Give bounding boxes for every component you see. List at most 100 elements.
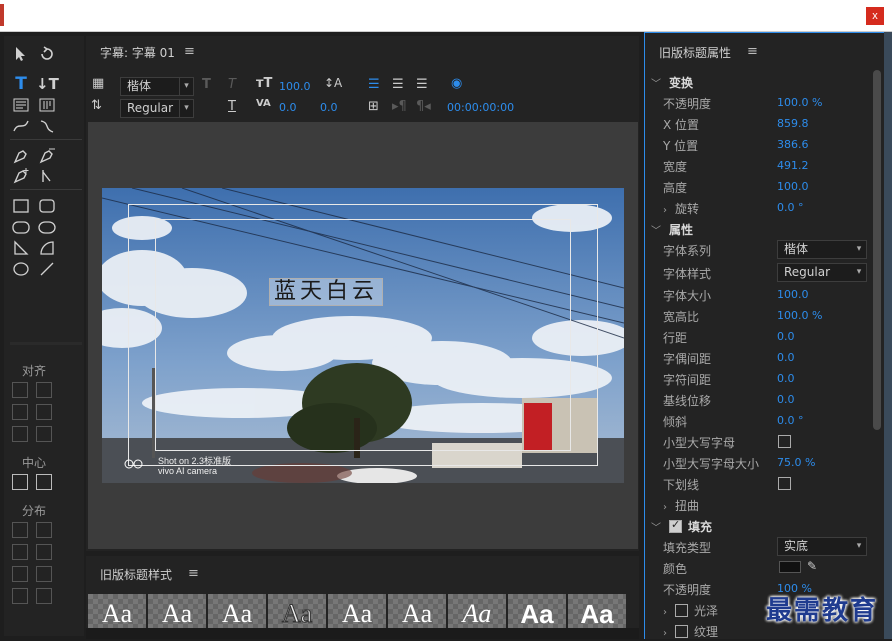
path-type-tool-icon[interactable] (10, 116, 32, 136)
fill-section-header[interactable]: ﹀ 填充 (645, 515, 875, 536)
properties-menu-icon[interactable]: ≡ (747, 44, 758, 59)
wedge-tool-icon[interactable] (10, 238, 32, 258)
attributes-section-header[interactable]: ﹀ 属性 (645, 218, 875, 239)
baseline-shift-value[interactable]: 0.0 (777, 393, 795, 406)
font-family-dropdown[interactable]: 楷体 ▾ (120, 77, 194, 96)
align-middle-icon[interactable] (36, 404, 52, 420)
area-type-tool-icon[interactable] (10, 95, 32, 115)
align-left-text-icon[interactable]: ☰ (368, 77, 380, 92)
font-size-value[interactable]: 100.0 (279, 80, 311, 93)
leading-prop-value[interactable]: 0.0 (777, 330, 795, 343)
show-background-video-icon[interactable]: ◉ (451, 76, 462, 91)
italic-icon[interactable]: T (228, 77, 236, 92)
tab-stops-ruler-icon[interactable]: ⊞ (368, 99, 379, 114)
distribute-horizontal-icon[interactable] (12, 588, 28, 604)
line-tool-icon[interactable] (36, 259, 58, 279)
selection-tool-icon[interactable] (10, 44, 32, 64)
distribute-middle-icon[interactable] (36, 544, 52, 560)
aspect-value[interactable]: 100.0 % (777, 309, 822, 322)
distribute-top-icon[interactable] (36, 522, 52, 538)
texture-checkbox[interactable] (675, 625, 688, 638)
type-tool-icon[interactable]: T (10, 74, 32, 94)
styles-menu-icon[interactable]: ≡ (188, 566, 199, 581)
distort-label: 扭曲 (675, 499, 700, 513)
rounded-corner-rectangle-tool-icon[interactable] (36, 217, 58, 237)
kerning-value[interactable]: 0.0 (279, 101, 297, 114)
width-value[interactable]: 491.2 (777, 159, 809, 172)
rounded-rectangle-tool-icon[interactable] (36, 196, 58, 216)
camera-watermark: Shot on 2.3标准版 vivo AI camera (124, 456, 231, 476)
rectangle-tool-icon[interactable] (10, 196, 32, 216)
distribute-vertical-icon[interactable] (36, 588, 52, 604)
distribute-center-icon[interactable] (12, 544, 28, 560)
ellipse-tool-icon[interactable] (10, 259, 32, 279)
align-bottom-icon[interactable] (12, 426, 28, 442)
editor-menu-icon[interactable]: ≡ (184, 44, 195, 59)
kerning-prop-value[interactable]: 0.0 (777, 351, 795, 364)
slant-value[interactable]: 0.0 ° (777, 414, 804, 427)
timecode[interactable]: 00:00:00:00 (447, 101, 514, 114)
underline-icon[interactable]: T (228, 99, 236, 114)
x-position-value[interactable]: 859.8 (777, 117, 809, 130)
sheen-checkbox[interactable] (675, 604, 688, 617)
fill-type-select[interactable]: 实底 ▾ (777, 537, 867, 556)
align-top-icon[interactable] (12, 404, 28, 420)
distribute-right-icon[interactable] (12, 566, 28, 582)
tracking-value[interactable]: 0.0 (777, 372, 795, 385)
clipped-corner-rectangle-tool-icon[interactable] (10, 217, 32, 237)
y-position-label: Y 位置 (663, 139, 699, 153)
fill-opacity-label: 不透明度 (663, 583, 712, 597)
fill-checkbox[interactable] (669, 518, 682, 533)
align-right-text-icon[interactable]: ☰ (416, 77, 428, 92)
font-style-select[interactable]: Regular ▾ (777, 263, 867, 282)
font-family-select[interactable]: 楷体 ▾ (777, 240, 867, 259)
opacity-value[interactable]: 100.0 % (777, 96, 822, 109)
small-caps-checkbox[interactable] (778, 435, 791, 448)
close-button[interactable]: x (866, 7, 884, 25)
nudge-right-icon[interactable]: ¶◂ (416, 99, 431, 114)
color-label: 颜色 (663, 562, 688, 576)
delete-anchor-tool-icon[interactable] (36, 146, 58, 166)
rotation-row[interactable]: › 旋转 0.0 ° (645, 197, 875, 218)
transform-section-header[interactable]: ﹀ 变换 (645, 71, 875, 92)
center-horizontal-icon[interactable] (12, 474, 28, 490)
vertical-area-type-tool-icon[interactable] (36, 95, 58, 115)
title-safe-margin (155, 219, 571, 451)
property-row: 字偶间距 0.0 (645, 347, 875, 368)
properties-scrollbar[interactable] (873, 70, 881, 430)
convert-anchor-tool-icon[interactable] (36, 166, 58, 186)
font-style-dropdown[interactable]: Regular ▾ (120, 99, 194, 118)
add-anchor-tool-icon[interactable] (10, 166, 32, 186)
y-position-value[interactable]: 386.6 (777, 138, 809, 151)
align-center-vertical-icon[interactable] (36, 382, 52, 398)
height-value[interactable]: 100.0 (777, 180, 809, 193)
font-style-label: 字体样式 (663, 267, 712, 281)
fill-color-swatch[interactable] (779, 561, 801, 573)
distribute-left-icon[interactable] (12, 522, 28, 538)
distort-row[interactable]: › 扭曲 (645, 494, 875, 515)
distribute-bottom-icon[interactable] (36, 566, 52, 582)
pen-tool-icon[interactable] (10, 146, 32, 166)
vertical-type-tool-icon[interactable]: ↓T (36, 74, 59, 94)
rotation-value[interactable]: 0.0 ° (777, 201, 804, 214)
bold-icon[interactable]: T (202, 77, 211, 92)
camera-lens-icon (124, 459, 143, 469)
center-vertical-icon[interactable] (36, 474, 52, 490)
align-left-icon[interactable] (12, 382, 28, 398)
vertical-path-type-tool-icon[interactable] (36, 116, 58, 136)
font-size-prop-value[interactable]: 100.0 (777, 288, 809, 301)
editor-title: 字幕: 字幕 01 (100, 46, 175, 60)
arc-tool-icon[interactable] (36, 238, 58, 258)
small-caps-size-value[interactable]: 75.0 % (777, 456, 815, 469)
align-right-icon[interactable] (36, 426, 52, 442)
film-strip-icon[interactable]: ▦ (92, 76, 104, 91)
title-canvas[interactable]: 蓝天白云 Shot on 2.3标准版 vivo AI camera (88, 122, 638, 549)
nudge-left-icon[interactable]: ▸¶ (392, 99, 407, 114)
eyedropper-icon[interactable]: ✎ (807, 559, 817, 573)
title-text-object[interactable]: 蓝天白云 (269, 278, 384, 306)
tab-stops-icon[interactable]: ⇅ (91, 98, 102, 113)
rotate-tool-icon[interactable] (36, 44, 58, 64)
underline-checkbox[interactable] (778, 477, 791, 490)
align-center-text-icon[interactable]: ☰ (392, 77, 404, 92)
leading-value[interactable]: 0.0 (320, 101, 338, 114)
